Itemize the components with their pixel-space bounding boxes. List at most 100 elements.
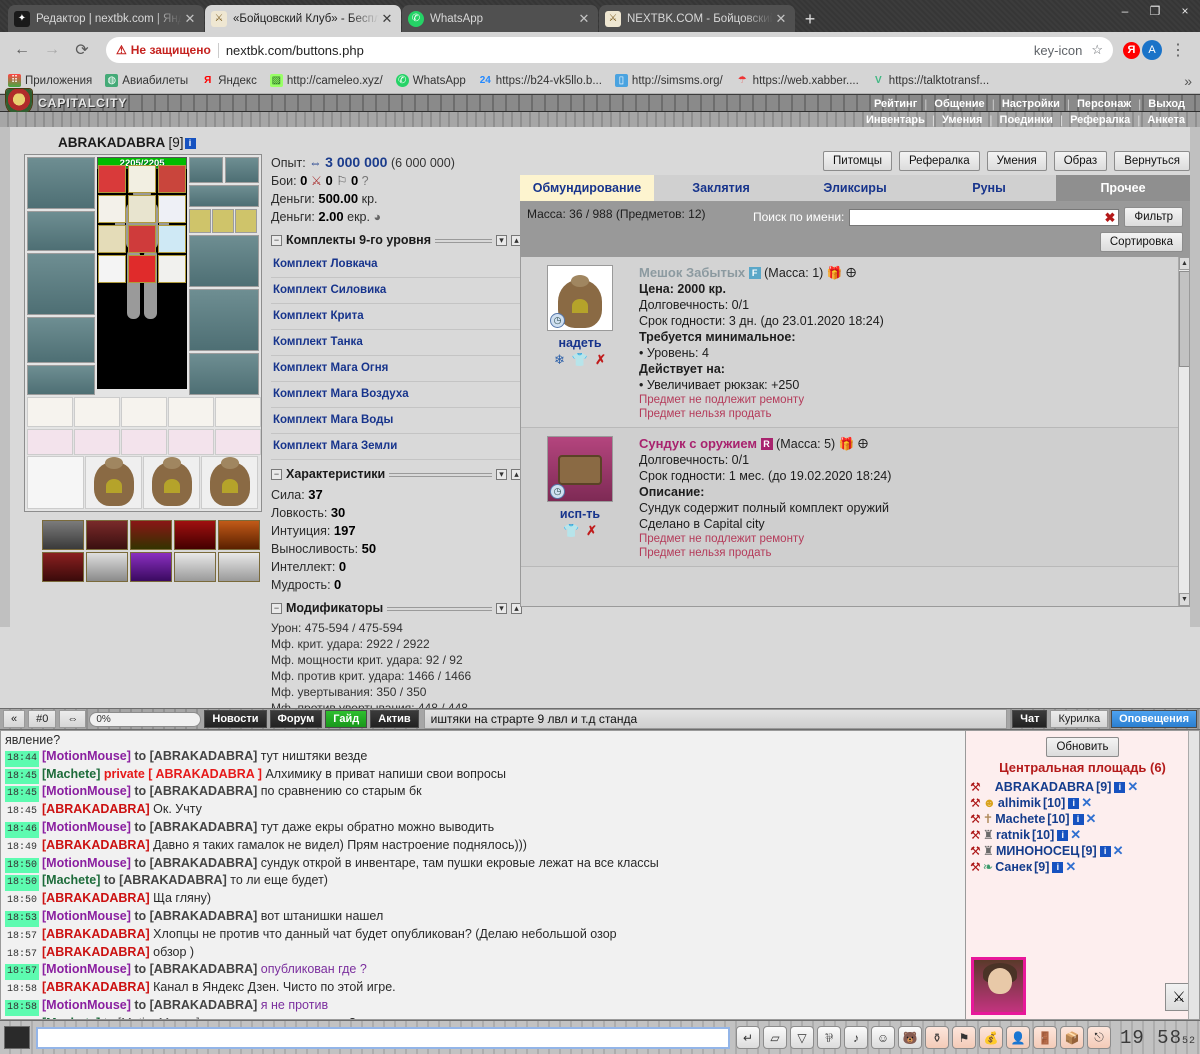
- chat-input[interactable]: [36, 1026, 730, 1049]
- bookmark-bitrix[interactable]: 24 https://b24-vk5llo.b...: [479, 74, 602, 87]
- sender-name[interactable]: [ABRAKADABRA]: [42, 838, 150, 852]
- flag-icon[interactable]: ⚑: [951, 1026, 976, 1049]
- info-icon[interactable]: i: [1057, 829, 1069, 841]
- maximize-button[interactable]: ❐: [1140, 0, 1170, 22]
- search-box[interactable]: ✖: [849, 208, 1120, 226]
- collapse-icon[interactable]: −: [271, 603, 282, 614]
- sender-name[interactable]: [MotionMouse]: [42, 820, 131, 834]
- belt-slot-3[interactable]: [121, 397, 167, 427]
- slot-ring-1[interactable]: [189, 209, 211, 233]
- refresh-button[interactable]: Обновить: [1046, 737, 1119, 757]
- delete-icon[interactable]: ✗: [595, 352, 606, 368]
- spell-slot-8[interactable]: [128, 225, 157, 253]
- browser-tab-0[interactable]: ✦ Редактор | nextbk.com | Яндекс ✕: [8, 5, 204, 32]
- chevron-down-icon[interactable]: ▾: [496, 603, 507, 614]
- browser-tab-1[interactable]: ⚔ «Бойцовский Клуб» - Бесплатна ✕: [205, 5, 401, 32]
- belt-slot-8[interactable]: [121, 429, 167, 455]
- spell-slot-5[interactable]: [128, 195, 157, 223]
- belt-slot-6[interactable]: [27, 429, 73, 455]
- avatar-thumb-icon[interactable]: [4, 1026, 30, 1049]
- close-icon[interactable]: ✕: [182, 11, 198, 27]
- bookmark-yandex[interactable]: Я Яндекс: [201, 74, 257, 87]
- search-input[interactable]: [849, 208, 1120, 226]
- chat-resize-icon[interactable]: ⇔: [59, 710, 87, 728]
- nav-logout[interactable]: Выход: [1141, 98, 1192, 110]
- skill-icon-6[interactable]: [42, 552, 84, 582]
- chat-tab-alerts[interactable]: Оповещения: [1111, 710, 1197, 728]
- slot-gloves[interactable]: [189, 235, 259, 287]
- sender-name[interactable]: [MotionMouse]: [42, 784, 131, 798]
- chest-icon[interactable]: 📦: [1059, 1026, 1084, 1049]
- chat-tab-smoking[interactable]: Курилка: [1050, 710, 1109, 728]
- belt-slot-9[interactable]: [168, 429, 214, 455]
- nav-profile[interactable]: Анкета: [1140, 114, 1192, 126]
- attack-icon[interactable]: ⚒: [970, 827, 981, 843]
- slot-extra-left[interactable]: [27, 365, 96, 395]
- sender-name[interactable]: [ABRAKADABRA]: [42, 891, 150, 905]
- referral-button[interactable]: Рефералка: [899, 151, 980, 171]
- attack-icon[interactable]: ⚒: [970, 859, 981, 875]
- delete-icon[interactable]: ✗: [586, 523, 597, 539]
- bookmark-simsms[interactable]: ▯ http://simsms.org/: [614, 74, 723, 87]
- minimize-button[interactable]: –: [1110, 0, 1140, 22]
- belt-slot-2[interactable]: [74, 397, 120, 427]
- collapse-icon[interactable]: −: [271, 235, 282, 246]
- forward-icon[interactable]: →: [38, 36, 66, 64]
- kit-item-5[interactable]: Комплект Мага Воздуха: [271, 382, 522, 408]
- nav-rating[interactable]: Рейтинг: [867, 98, 924, 110]
- slot-earring-right[interactable]: [225, 157, 259, 183]
- aura-icon[interactable]: 🜨: [858, 437, 869, 451]
- door-icon[interactable]: 🚪: [1032, 1026, 1057, 1049]
- slot-weapon-right[interactable]: [189, 289, 259, 351]
- info-icon[interactable]: i: [184, 138, 196, 149]
- gift-icon[interactable]: 🎁: [827, 266, 843, 280]
- bear-icon[interactable]: 🐻: [897, 1026, 922, 1049]
- item-image[interactable]: ◷: [547, 265, 613, 331]
- money-icon[interactable]: 💰: [978, 1026, 1003, 1049]
- slot-ring-3[interactable]: [235, 209, 257, 233]
- slot-amulet[interactable]: [189, 185, 259, 207]
- bag-slot-3[interactable]: [201, 456, 258, 509]
- sender-name[interactable]: [Machete]: [42, 767, 100, 781]
- skill-icon-4[interactable]: [174, 520, 216, 550]
- bookmark-cameleo[interactable]: ▨ http://cameleo.xyz/: [269, 74, 383, 87]
- attack-icon[interactable]: ⚒: [970, 795, 981, 811]
- bookmark-talktotransformer[interactable]: V https://talktotransf...: [872, 74, 989, 87]
- info-icon[interactable]: i: [1068, 797, 1080, 809]
- slot-ring-2[interactable]: [212, 209, 234, 233]
- player-name[interactable]: Санек: [995, 859, 1032, 875]
- nav-referral[interactable]: Рефералка: [1063, 114, 1137, 126]
- info-icon[interactable]: i: [1114, 781, 1126, 793]
- inventory-item[interactable]: ◷ надеть ❄ 👕 ✗ Мешок Забытых F (Масса: 1…: [521, 257, 1189, 428]
- kit-item-2[interactable]: Комплект Крита: [271, 304, 522, 330]
- inventory-item[interactable]: ◷ исп-ть 👕 ✗ Сундук с оружием R (Масса: …: [521, 428, 1189, 567]
- nav-inventory[interactable]: Инвентарь: [859, 114, 932, 126]
- bookmarks-overflow-icon[interactable]: »: [1184, 73, 1192, 89]
- bookmark-xabber[interactable]: ☂ https://web.xabber....: [736, 74, 859, 87]
- enter-icon[interactable]: ↵: [735, 1026, 760, 1049]
- skill-icon-8[interactable]: [130, 552, 172, 582]
- action-x-icon[interactable]: ✕: [1065, 859, 1076, 875]
- slot-boots[interactable]: [27, 317, 96, 363]
- skills-button[interactable]: Умения: [986, 151, 1047, 171]
- browser-tab-2[interactable]: ✆ WhatsApp ✕: [402, 5, 598, 32]
- chevron-down-icon[interactable]: ▾: [496, 235, 507, 246]
- spell-slot-10[interactable]: [98, 255, 127, 283]
- item-image[interactable]: ◷: [547, 436, 613, 502]
- slot-helmet[interactable]: [27, 157, 96, 209]
- item-action-link[interactable]: исп-ть: [521, 507, 639, 521]
- exit-icon[interactable]: ⎋: [1086, 1026, 1111, 1049]
- tab-other[interactable]: Прочее: [1056, 175, 1190, 201]
- back-button[interactable]: Вернуться: [1114, 151, 1190, 171]
- gift-icon[interactable]: 🎁: [839, 437, 855, 451]
- chat-log[interactable]: явление? 18:44 [MotionMouse] to [ABRAKADA…: [0, 730, 965, 1020]
- belt-slot-4[interactable]: [168, 397, 214, 427]
- spell-slot-12[interactable]: [158, 255, 187, 283]
- slot-shoulders[interactable]: [27, 211, 96, 251]
- nav-duels[interactable]: Поединки: [993, 114, 1060, 126]
- kit-item-7[interactable]: Комплект Мага Земли: [271, 434, 522, 460]
- chat-active-button[interactable]: Актив: [370, 710, 419, 728]
- sender-name[interactable]: [ABRAKADABRA]: [42, 802, 150, 816]
- pets-button[interactable]: Питомцы: [823, 151, 893, 171]
- close-window-button[interactable]: ×: [1170, 0, 1200, 22]
